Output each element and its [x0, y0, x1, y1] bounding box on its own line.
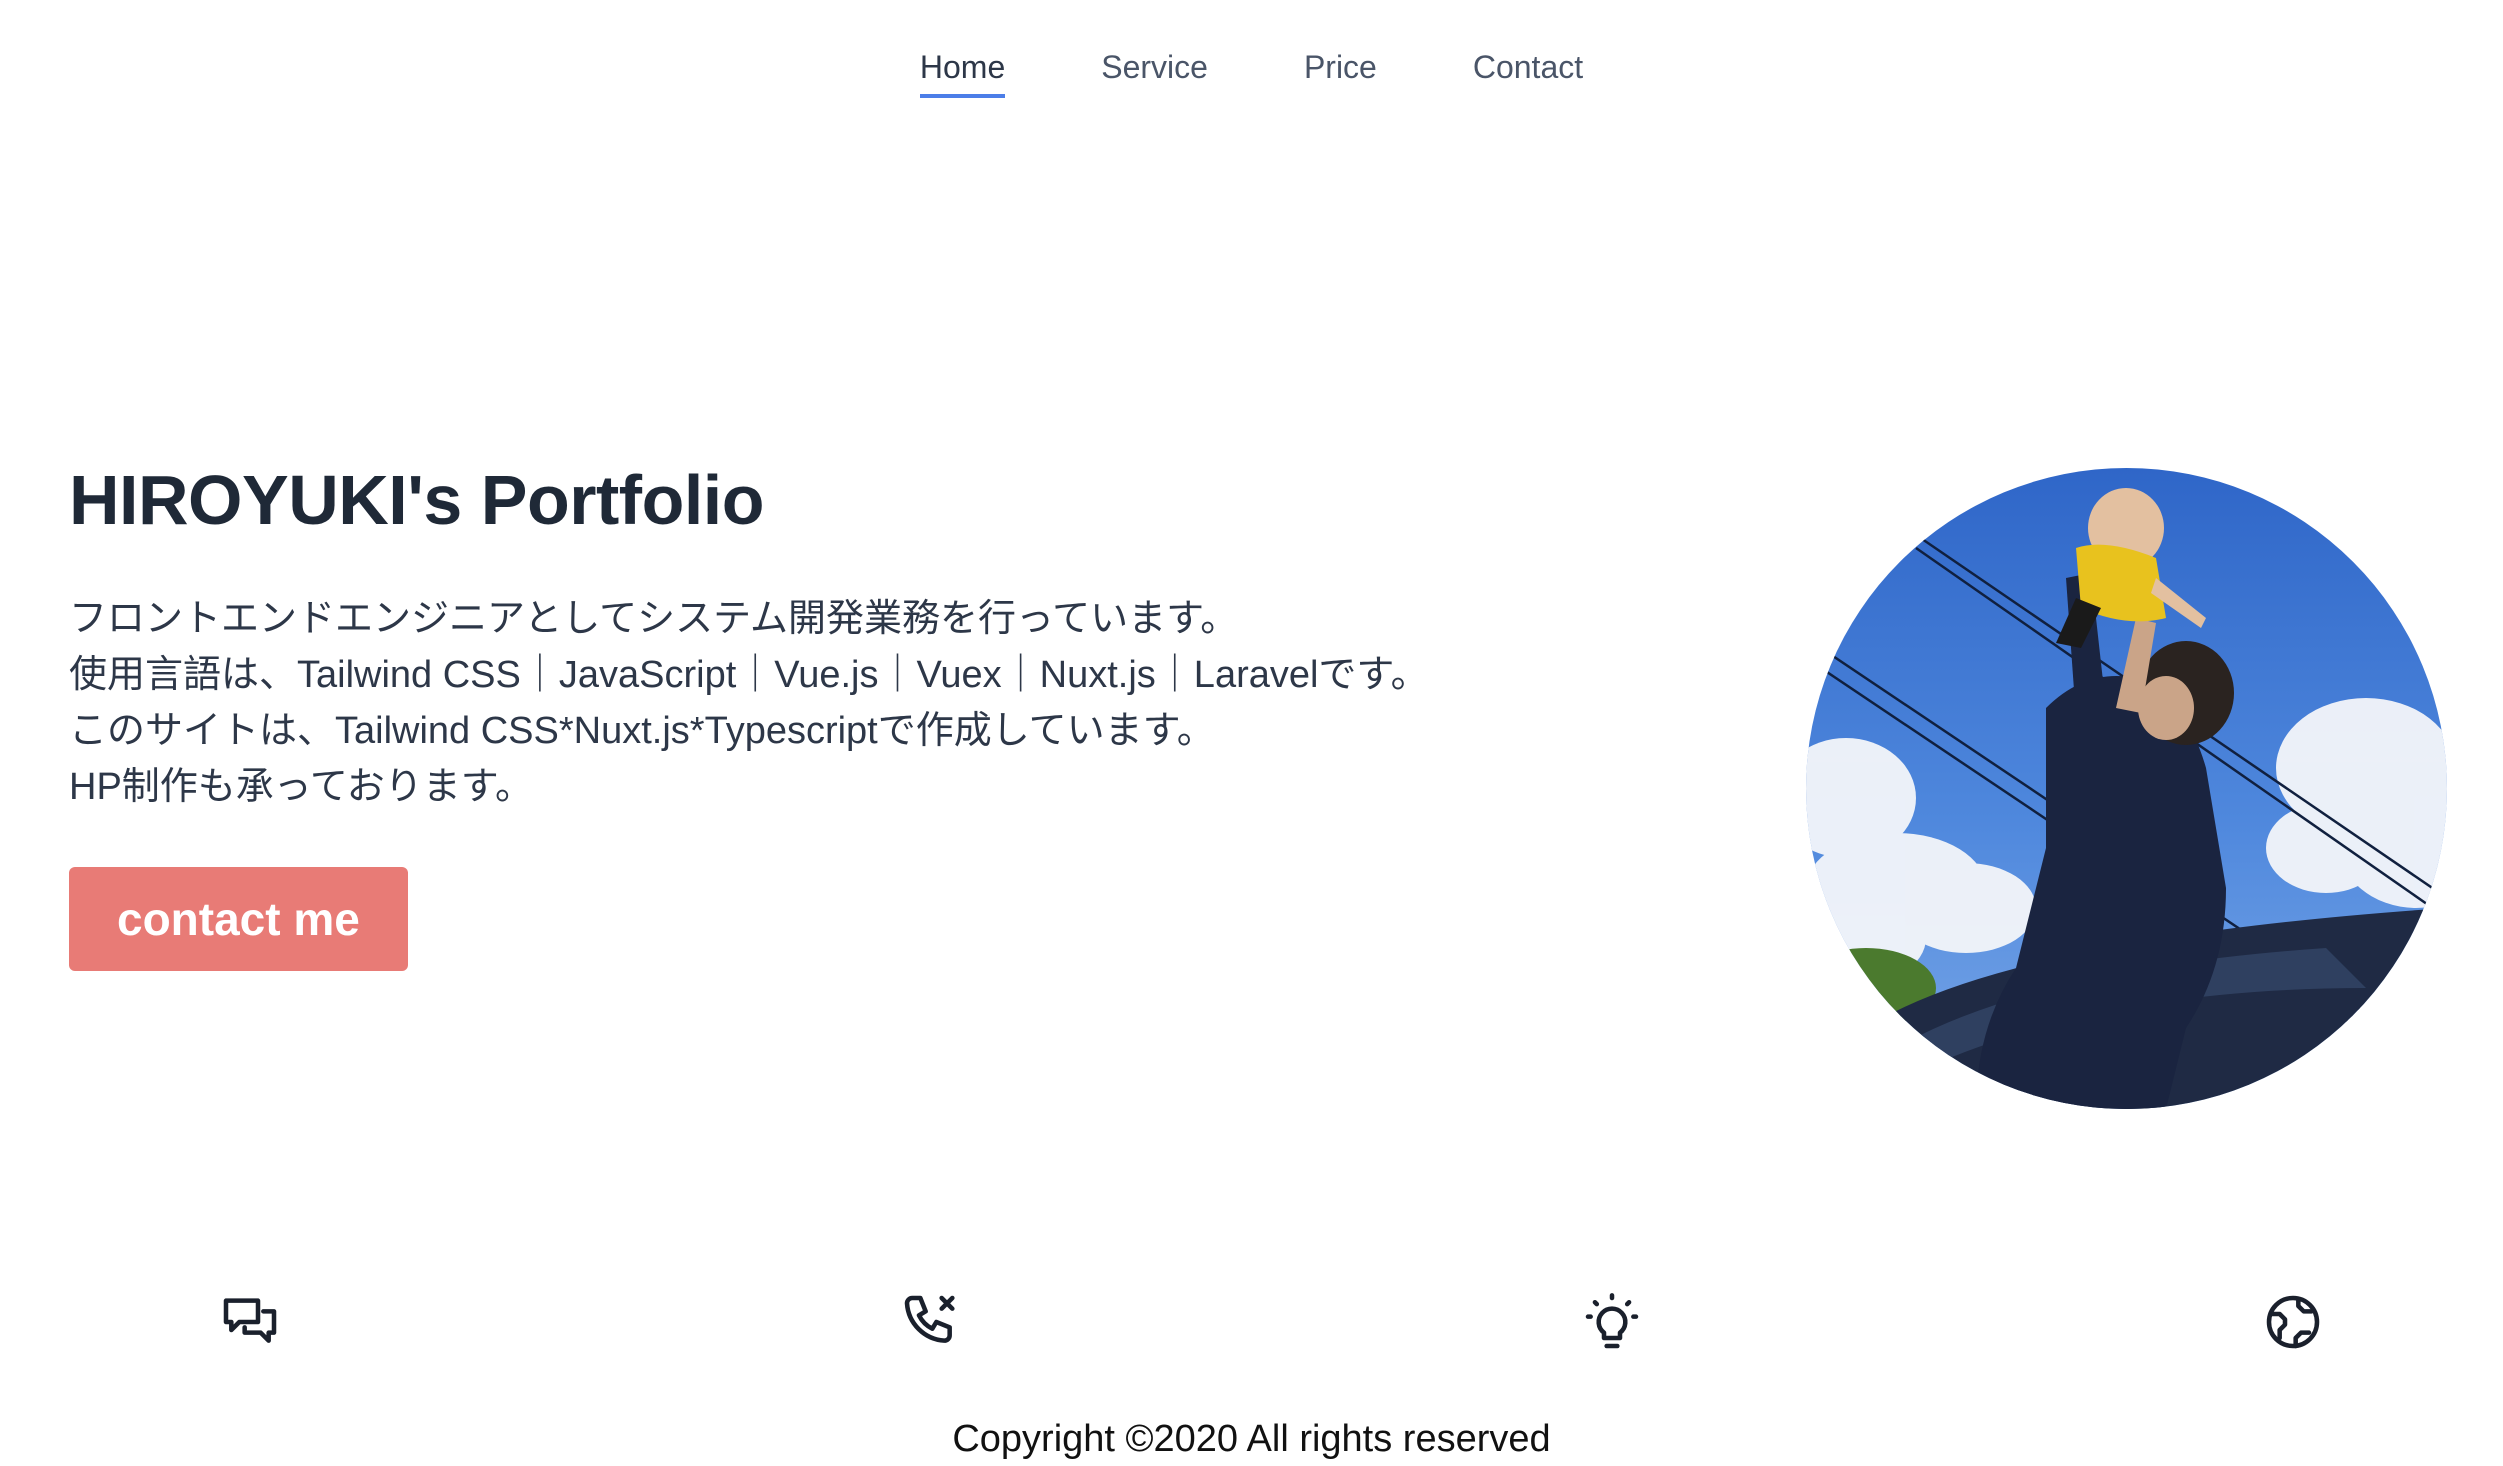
hero-section: HIROYUKI's Portfolio フロントエンドエンジニアとしてシステム… [69, 462, 1669, 971]
nav-item-price[interactable]: Price [1304, 48, 1377, 98]
globe-icon [2261, 1290, 2325, 1354]
hero-line-1: フロントエンドエンジニアとしてシステム開発業務を行っています。 [69, 598, 1239, 640]
page-title: HIROYUKI's Portfolio [69, 461, 765, 539]
contact-me-button[interactable]: contact me [69, 867, 408, 971]
phone-missed-icon [899, 1290, 963, 1354]
chat-bubbles-icon [218, 1290, 282, 1354]
nav-item-service[interactable]: Service [1101, 48, 1208, 98]
lightbulb-icon [1580, 1290, 1644, 1354]
top-nav: Home Service Price Contact [0, 48, 2503, 99]
footer-copyright: Copyright ©2020 All rights reserved [952, 1418, 1551, 1460]
hero-line-3: このサイトは、Tailwind CSS*Nuxt.js*Typescriptで作… [69, 710, 1215, 752]
nav-item-home[interactable]: Home [919, 48, 1006, 99]
nav-item-contact[interactable]: Contact [1473, 48, 1583, 98]
hero-line-4: HP制作も承っております。 [69, 766, 533, 808]
profile-photo-image [1806, 468, 2447, 1109]
hero-description: フロントエンドエンジニアとしてシステム開発業務を行っています。 使用言語は、Ta… [69, 591, 1669, 815]
hero-line-2: 使用言語は、Tailwind CSS｜JavaScript｜Vue.js｜Vue… [69, 654, 1429, 696]
page: Home Service Price Contact HIROYUKI's Po… [0, 0, 2503, 1466]
feature-icons [0, 1290, 2503, 1354]
profile-photo [1806, 468, 2447, 1109]
